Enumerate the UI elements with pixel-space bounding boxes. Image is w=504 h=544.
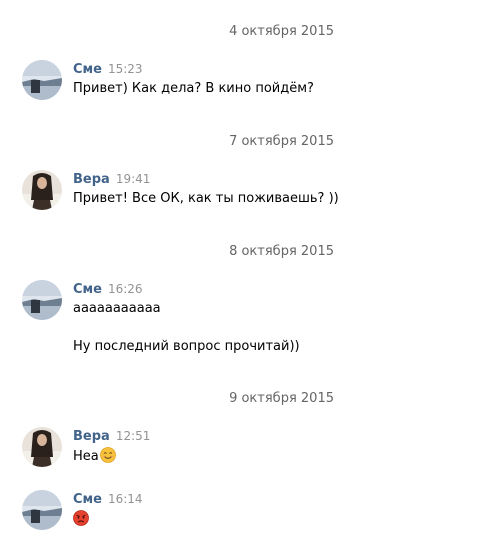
message-text bbox=[73, 510, 89, 528]
date-separator: 7 октября 2015 bbox=[229, 134, 334, 149]
avatar[interactable] bbox=[22, 170, 62, 210]
message-item: Сме 16:26 ааааааааааа Ну последний вопрос… bbox=[22, 280, 492, 360]
message-text: Ну последний вопрос прочитай)) bbox=[73, 339, 300, 354]
message-item: Сме 16:14 bbox=[22, 490, 492, 530]
author-name[interactable]: Вера bbox=[73, 429, 110, 444]
message-time[interactable]: 16:14 bbox=[108, 492, 143, 506]
message-item: Вера 12:51 Неа bbox=[22, 427, 492, 467]
message-time[interactable]: 16:26 bbox=[108, 282, 143, 296]
message-text-fragment: Неа bbox=[73, 449, 99, 464]
date-separator: 8 октября 2015 bbox=[229, 244, 334, 259]
message-history: 4 октября 2015 Сме 15:23 Привет) Как дела… bbox=[0, 0, 504, 544]
message-header: Вера 12:51 bbox=[73, 427, 151, 444]
angry-face-icon bbox=[73, 510, 89, 526]
message-header: Сме 16:14 bbox=[73, 490, 143, 507]
smiling-face-icon bbox=[99, 447, 116, 463]
avatar[interactable] bbox=[22, 60, 62, 100]
avatar[interactable] bbox=[22, 280, 62, 320]
message-text: Привет) Как дела? В кино пойдём? bbox=[73, 81, 314, 96]
message-text: Неа bbox=[73, 447, 116, 465]
message-time[interactable]: 15:23 bbox=[108, 62, 143, 76]
author-name[interactable]: Вера bbox=[73, 172, 110, 187]
message-time[interactable]: 12:51 bbox=[116, 429, 151, 443]
message-item: Вера 19:41 Привет! Все ОК, как ты поживае… bbox=[22, 170, 492, 210]
message-item: Сме 15:23 Привет) Как дела? В кино пойдём… bbox=[22, 60, 492, 100]
author-name[interactable]: Сме bbox=[73, 282, 102, 297]
date-separator: 9 октября 2015 bbox=[229, 391, 334, 406]
message-text: ааааааааааа bbox=[73, 301, 161, 316]
avatar[interactable] bbox=[22, 490, 62, 530]
message-header: Вера 19:41 bbox=[73, 170, 151, 187]
message-header: Сме 16:26 bbox=[73, 280, 143, 297]
author-name[interactable]: Сме bbox=[73, 62, 102, 77]
message-text: Привет! Все ОК, как ты поживаешь? )) bbox=[73, 191, 339, 206]
author-name[interactable]: Сме bbox=[73, 492, 102, 507]
message-time[interactable]: 19:41 bbox=[116, 172, 151, 186]
message-header: Сме 15:23 bbox=[73, 60, 143, 77]
date-separator: 4 октября 2015 bbox=[229, 24, 334, 39]
avatar[interactable] bbox=[22, 427, 62, 467]
